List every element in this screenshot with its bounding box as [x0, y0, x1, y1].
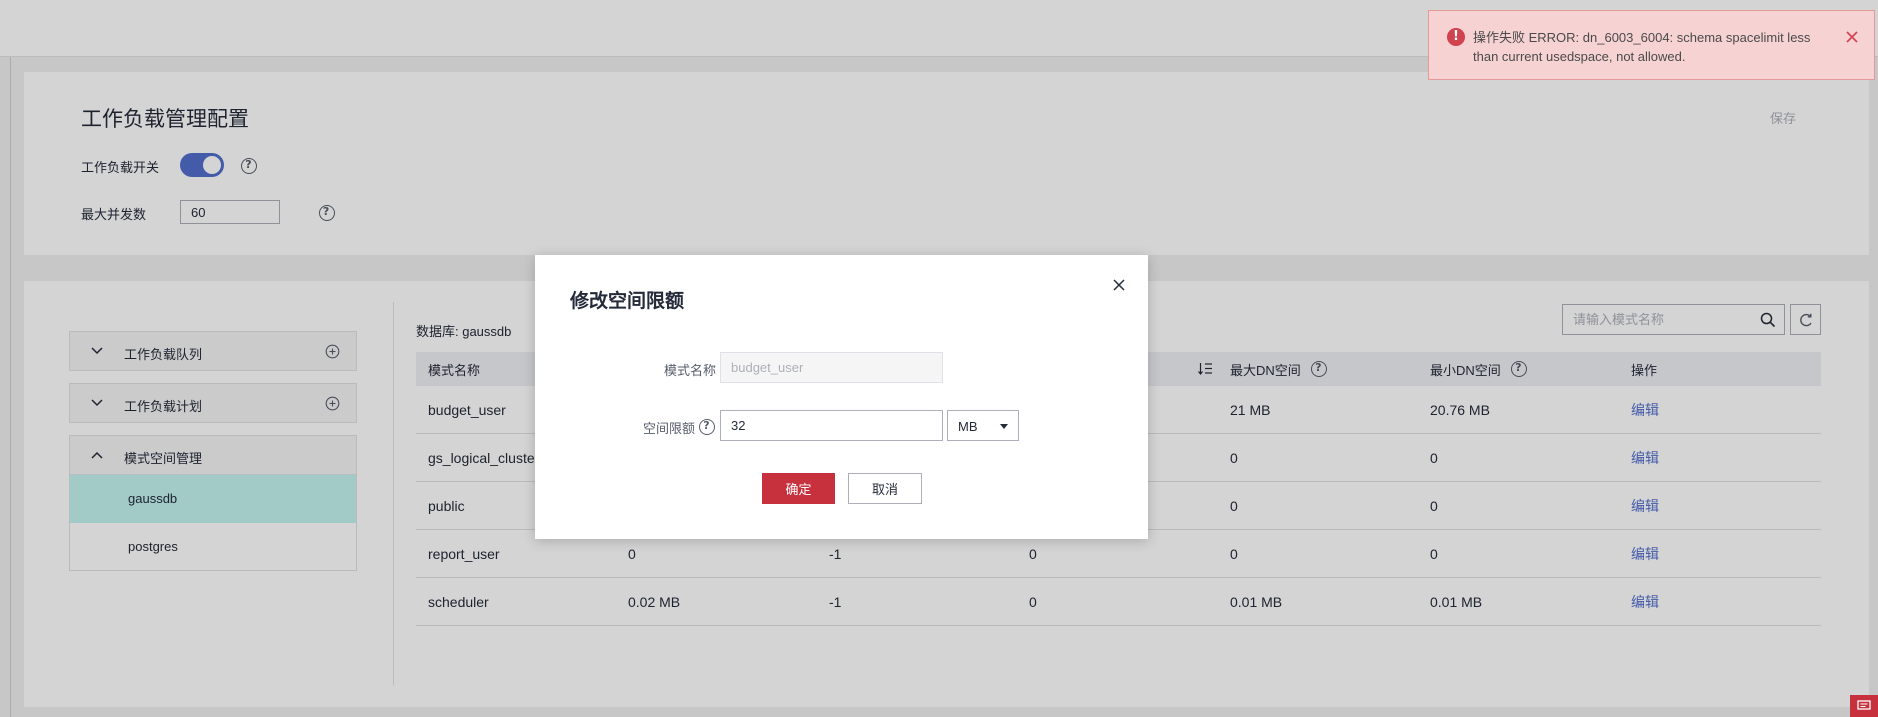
- toast-message-line: 操作失败 ERROR: dn_6003_6004: schema spaceli…: [1473, 30, 1811, 45]
- caret-down-icon: [1000, 424, 1008, 429]
- edit-space-limit-dialog: 修改空间限额 模式名称 空间限额 MB 确定 取消: [535, 255, 1148, 539]
- chat-icon: [1857, 700, 1871, 710]
- toast-message: 操作失败 ERROR: dn_6003_6004: schema spaceli…: [1473, 28, 1833, 66]
- confirm-button[interactable]: 确定: [762, 473, 835, 504]
- close-icon[interactable]: [1110, 276, 1128, 294]
- cancel-button[interactable]: 取消: [848, 473, 922, 504]
- dialog-title: 修改空间限额: [570, 291, 685, 312]
- space-limit-input[interactable]: [720, 410, 943, 441]
- chat-button[interactable]: [1850, 695, 1878, 717]
- close-icon[interactable]: [1845, 30, 1859, 44]
- schema-name-label: 模式名称: [663, 363, 716, 378]
- space-limit-label: 空间限额: [642, 421, 695, 436]
- unit-select-value: MB: [958, 419, 978, 434]
- error-toast: 操作失败 ERROR: dn_6003_6004: schema spaceli…: [1428, 10, 1875, 80]
- unit-select[interactable]: MB: [947, 410, 1019, 441]
- error-icon: [1447, 28, 1465, 46]
- help-icon[interactable]: [699, 418, 715, 435]
- toast-message-line: than current usedspace, not allowed.: [1473, 49, 1686, 64]
- schema-name-field: [720, 352, 943, 383]
